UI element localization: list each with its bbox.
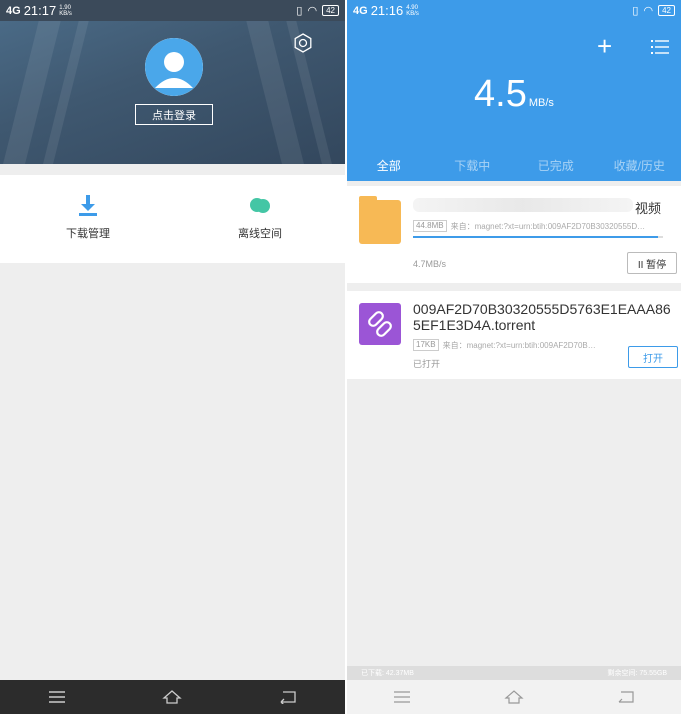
pause-button[interactable]: II 暂停 [627, 252, 677, 274]
network-speed: 1.90 KB/s [59, 4, 72, 17]
free-space: 剩余空间: 75.55GB [607, 670, 667, 677]
speed-unit: MB/s [528, 97, 554, 109]
task-name-blurred [413, 198, 633, 212]
battery-icon: 42 [322, 5, 339, 16]
download-icon [79, 195, 97, 216]
cloud-icon [250, 198, 270, 213]
signal-indicator: 4G [6, 4, 21, 17]
tool-label: 下载管理 [66, 228, 110, 240]
wifi-icon: ◠ [307, 5, 318, 17]
tools-panel: 下载管理 离线空间 [0, 175, 345, 263]
size-badge: 44.8MB [413, 220, 447, 232]
task-meta: 44.8MB 来自：magnet:?xt=urn:btih:009AF2D70B… [413, 220, 669, 232]
download-manager-button[interactable]: 下载管理 [28, 175, 148, 263]
storage-footer: 已下载: 42.37MB 剩余空间: 75.55GB [347, 666, 681, 680]
list-menu-icon[interactable] [651, 39, 669, 55]
vibrate-icon: ▯ [296, 5, 303, 17]
download-speed: 4.5 MB/s [347, 73, 681, 116]
settings-gear-icon[interactable] [293, 33, 313, 53]
left-screen: 4G 21:17 1.90 KB/s ▯ ◠ 42 点击登录 下载管理 离线空间 [0, 0, 345, 714]
home-nav-icon[interactable] [504, 689, 524, 705]
back-nav-icon[interactable] [279, 690, 297, 704]
system-nav-bar [347, 680, 681, 714]
offline-space-button[interactable]: 离线空间 [200, 175, 320, 263]
status-time: 21:16 [370, 3, 404, 18]
folder-icon [359, 196, 401, 244]
login-button[interactable]: 点击登录 [135, 104, 213, 125]
task-source: 来自：magnet:?xt=urn:btih:009AF2D70B… [442, 340, 596, 350]
profile-header: 点击登录 [0, 21, 345, 164]
vibrate-icon: ▯ [632, 5, 639, 17]
downloaded-total: 已下载: 42.37MB [361, 670, 414, 677]
status-time: 21:17 [23, 3, 57, 18]
tool-label: 离线空间 [238, 228, 282, 240]
tab-completed[interactable]: 已完成 [514, 157, 598, 179]
task-source: 来自：magnet:?xt=urn:btih:009AF2D70B3032055… [450, 221, 646, 231]
task-name: 视频 [635, 201, 662, 216]
task-rate: 4.7MB/s [413, 259, 447, 269]
speed-value: 4.5 [474, 73, 527, 115]
open-button[interactable]: 打开 [628, 346, 678, 368]
battery-icon: 42 [658, 5, 675, 16]
right-screen: 4G 21:16 4.90 KB/s ▯ ◠ 42 + 4.5 MB/s 全部 下… [347, 0, 681, 714]
avatar[interactable] [145, 38, 203, 96]
signal-indicator: 4G [353, 4, 368, 17]
task-status: 已打开 [413, 359, 441, 369]
tab-all[interactable]: 全部 [347, 157, 431, 179]
size-badge: 17KB [413, 339, 439, 351]
progress-fill [413, 236, 658, 238]
add-task-icon[interactable]: + [597, 33, 612, 59]
task-meta: 17KB 来自：magnet:?xt=urn:btih:009AF2D70B… [413, 339, 623, 351]
tab-downloading[interactable]: 下载中 [431, 157, 515, 179]
network-speed: 4.90 KB/s [406, 4, 419, 17]
app-header: + 4.5 MB/s 全部 下载中 已完成 收藏/历史 [347, 21, 681, 181]
avatar-icon [145, 38, 203, 96]
back-nav-icon[interactable] [617, 690, 635, 704]
menu-nav-icon[interactable] [393, 690, 411, 704]
task-item[interactable]: 视频 44.8MB 来自：magnet:?xt=urn:btih:009AF2D… [347, 186, 681, 283]
home-nav-icon[interactable] [162, 689, 183, 705]
system-nav-bar [0, 680, 345, 714]
tab-bar: 全部 下载中 已完成 收藏/历史 [347, 157, 681, 179]
task-item[interactable]: 009AF2D70B30320555D5763E1EAAA865EF1E3D4A… [347, 291, 681, 379]
task-name: 009AF2D70B30320555D5763E1EAAA865EF1E3D4A… [413, 301, 671, 333]
menu-nav-icon[interactable] [48, 690, 66, 704]
tab-favorites-history[interactable]: 收藏/历史 [598, 157, 681, 179]
status-bar: 4G 21:16 4.90 KB/s ▯ ◠ 42 [347, 0, 681, 21]
link-icon [359, 303, 401, 345]
wifi-icon: ◠ [643, 5, 654, 17]
progress-bar [413, 236, 663, 238]
status-bar: 4G 21:17 1.90 KB/s ▯ ◠ 42 [0, 0, 345, 21]
